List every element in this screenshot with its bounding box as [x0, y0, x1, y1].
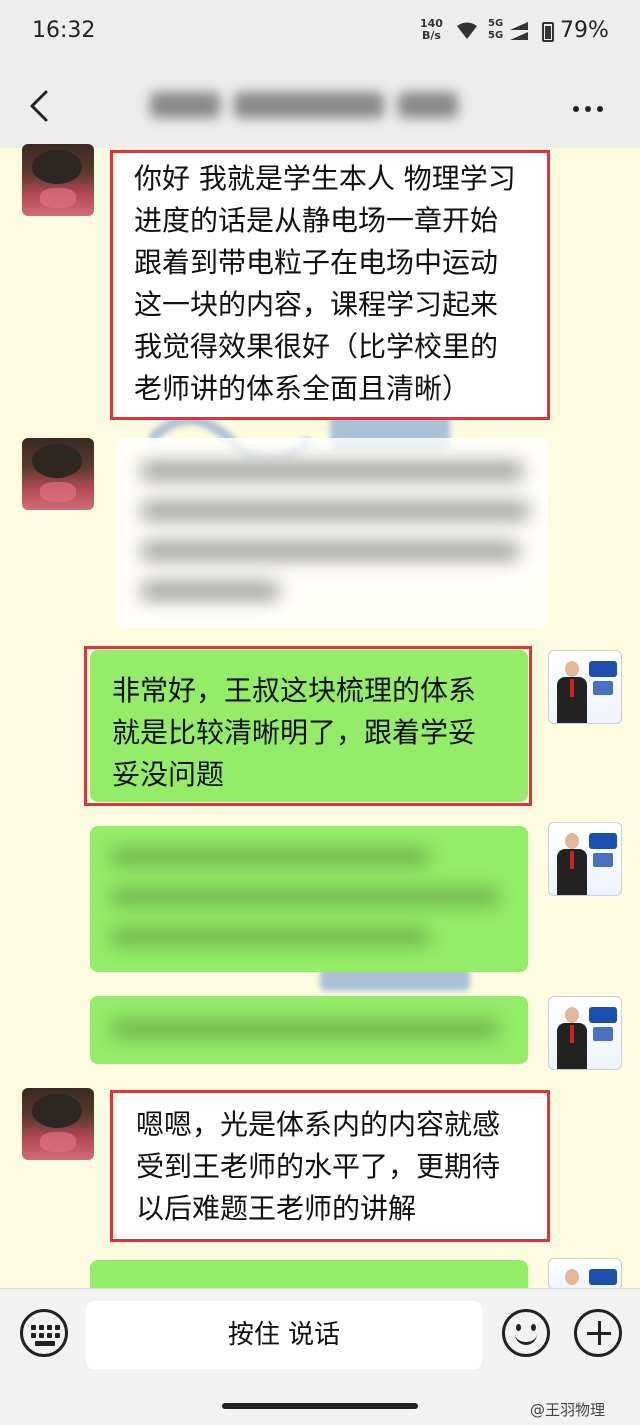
status-bar: 16:32 140 B/s 5G 5G 79%	[0, 0, 640, 64]
more-actions-button[interactable]	[574, 1309, 622, 1357]
highlight-box	[84, 646, 532, 806]
teacher-avatar[interactable]	[548, 996, 622, 1070]
teacher-avatar[interactable]	[548, 822, 622, 896]
student-avatar[interactable]	[22, 1088, 94, 1160]
redacted-text	[140, 462, 532, 622]
teacher-avatar[interactable]	[548, 1258, 622, 1290]
student-avatar[interactable]	[22, 438, 94, 510]
highlight-box	[110, 150, 550, 420]
home-indicator[interactable]	[222, 1403, 418, 1409]
battery-percent: 79%	[560, 18, 609, 43]
chat-title-redacted	[150, 92, 480, 122]
student-avatar[interactable]	[22, 144, 94, 216]
signal-label: 5G 5G	[488, 18, 504, 41]
highlight-box	[110, 1090, 550, 1242]
redacted-text	[110, 1020, 510, 1060]
keyboard-toggle-button[interactable]	[20, 1309, 68, 1357]
signal-bars-icon	[510, 22, 528, 40]
weibo-watermark: @王羽物理	[530, 1401, 606, 1419]
network-speed: 140 B/s	[420, 17, 443, 42]
hold-to-talk-button[interactable]: 按住 说话	[86, 1301, 482, 1369]
battery-icon	[542, 22, 554, 42]
back-button[interactable]	[22, 86, 62, 126]
wifi-icon	[457, 22, 477, 39]
status-time: 16:32	[32, 18, 96, 43]
message-bubble-partial[interactable]	[90, 1260, 528, 1288]
emoji-button[interactable]	[502, 1309, 550, 1357]
redacted-text	[110, 848, 510, 968]
chat-header	[0, 64, 640, 148]
input-bar: 按住 说话 @王羽物理	[0, 1288, 640, 1425]
teacher-avatar[interactable]	[548, 650, 622, 724]
more-options-button[interactable]	[568, 94, 608, 124]
